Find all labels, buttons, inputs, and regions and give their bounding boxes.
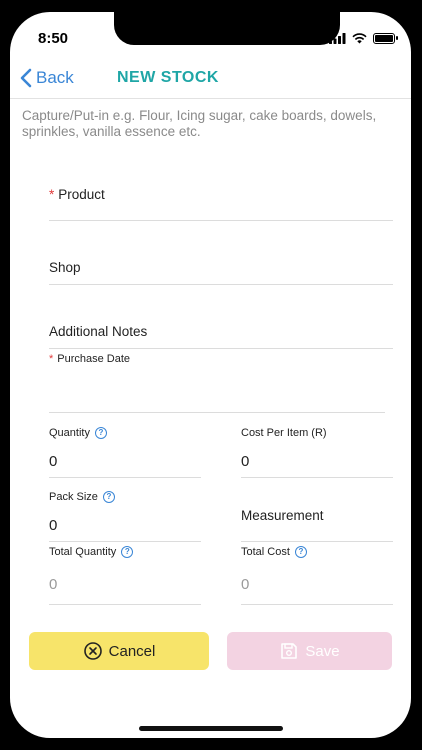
signal-icon	[329, 33, 346, 44]
status-time: 8:50	[38, 30, 69, 47]
total-quantity-underline	[49, 604, 201, 605]
product-underline	[49, 220, 393, 221]
total-cost-underline	[241, 604, 393, 605]
cost-per-item-underline	[241, 477, 393, 478]
total-quantity-value: 0	[49, 576, 58, 593]
required-mark: *	[49, 353, 54, 365]
purchase-date-field[interactable]: * Purchase Date	[49, 353, 130, 365]
shop-underline	[49, 284, 393, 285]
back-label: Back	[36, 68, 74, 87]
total-quantity-label-text: Total Quantity	[49, 546, 117, 558]
battery-fill	[375, 35, 393, 42]
notch	[114, 12, 340, 45]
chevron-left-icon	[20, 68, 32, 88]
total-quantity-label: Total Quantity?	[49, 546, 134, 559]
quantity-input[interactable]: 0	[49, 453, 57, 470]
total-cost-label-text: Total Cost	[241, 546, 290, 558]
cost-per-item-input[interactable]: 0	[241, 453, 249, 470]
cost-per-item-label: Cost Per Item (R)	[241, 427, 327, 439]
back-button[interactable]: Back	[20, 68, 74, 88]
product-field[interactable]: * Product	[49, 187, 105, 202]
hint-text: Capture/Put-in e.g. Flour, Icing sugar, …	[22, 108, 377, 139]
quantity-label: Quantity?	[49, 427, 107, 440]
total-cost-value: 0	[241, 576, 250, 593]
notes-field[interactable]: Additional Notes	[49, 324, 147, 339]
help-icon[interactable]: ?	[94, 427, 107, 440]
battery-icon	[373, 33, 398, 44]
pack-size-label: Pack Size?	[49, 491, 115, 504]
pack-size-input[interactable]: 0	[49, 517, 57, 534]
notes-underline	[49, 348, 393, 349]
product-label: Product	[58, 187, 105, 202]
pack-size-underline	[49, 541, 201, 542]
home-indicator	[139, 726, 283, 731]
save-label: Save	[305, 642, 340, 660]
measurement-underline	[241, 541, 393, 542]
phone-screen: 8:50 Back NEW STOCK Capture/Put-in e.g. …	[10, 12, 411, 738]
nav-bar: Back NEW STOCK	[10, 56, 411, 99]
help-icon[interactable]: ?	[121, 546, 134, 559]
cancel-label: Cancel	[108, 642, 156, 660]
required-mark: *	[49, 187, 55, 202]
cancel-button[interactable]: Cancel	[29, 632, 209, 670]
save-icon	[281, 643, 298, 659]
quantity-underline	[49, 477, 201, 478]
pack-size-label-text: Pack Size	[49, 491, 98, 503]
quantity-label-text: Quantity	[49, 427, 90, 439]
help-icon[interactable]: ?	[102, 491, 115, 504]
cancel-circle-icon	[83, 642, 102, 660]
status-icons	[329, 33, 398, 44]
total-cost-label: Total Cost?	[241, 546, 307, 559]
shop-field[interactable]: Shop	[49, 260, 81, 275]
save-button[interactable]: Save	[227, 632, 392, 670]
measurement-field[interactable]: Measurement	[241, 508, 324, 523]
help-icon[interactable]: ?	[294, 546, 307, 559]
wifi-icon	[352, 33, 367, 44]
page-title: NEW STOCK	[117, 69, 219, 86]
purchase-date-underline	[49, 412, 385, 413]
purchase-date-label: Purchase Date	[57, 353, 131, 365]
